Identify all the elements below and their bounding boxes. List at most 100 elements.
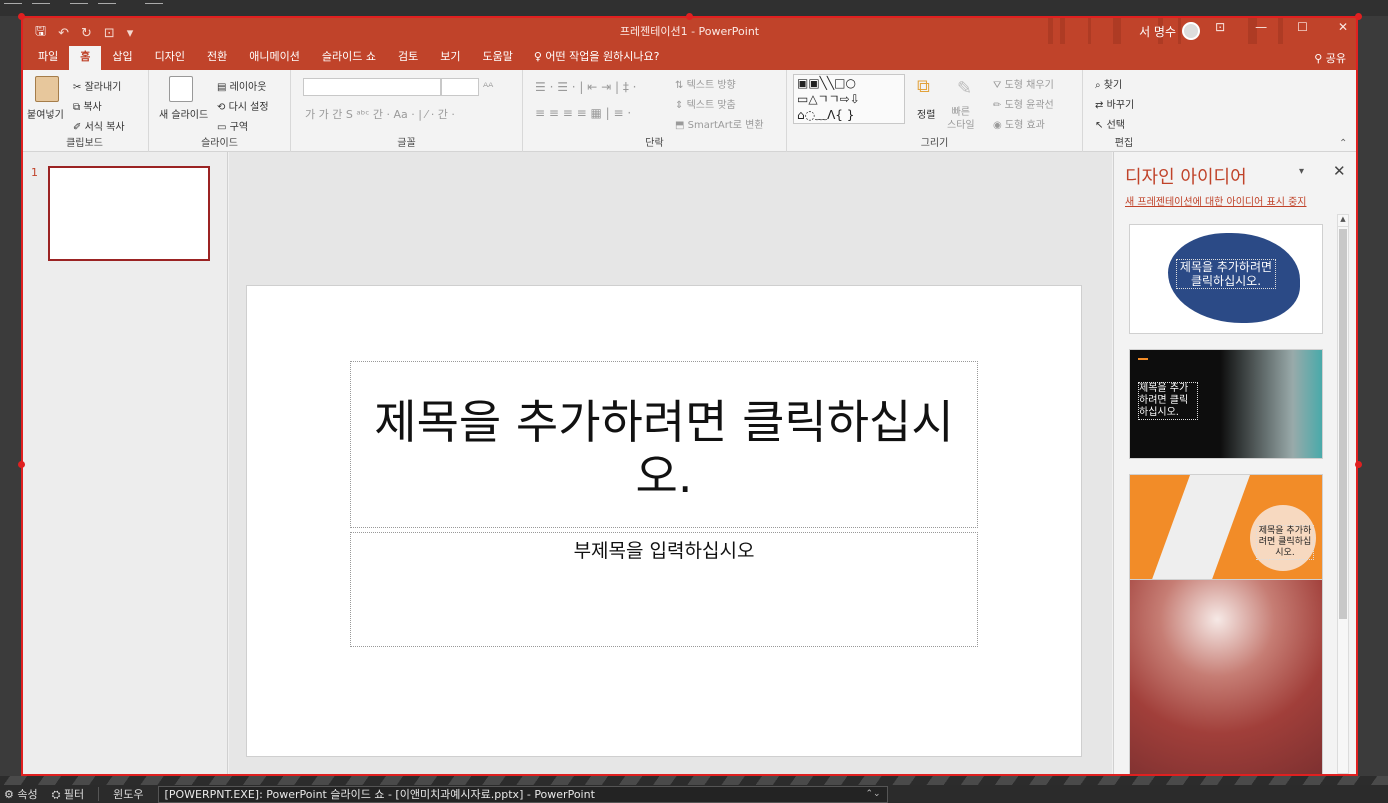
paste-icon[interactable] [35,76,59,102]
subtitle-placeholder[interactable]: 부제목을 입력하십시오 [350,532,978,647]
resize-handle[interactable] [686,13,693,20]
resize-handle[interactable] [1355,461,1362,468]
font-format-icons[interactable]: 가 가 간 S ᵃᵇᶜ 간 · Aa · | ⁄ · 간 · [305,106,455,122]
close-icon[interactable]: ✕ [1333,162,1346,180]
blurred-photo [1130,580,1322,775]
tab-animations[interactable]: 애니메이션 [238,46,311,70]
layout-button[interactable]: ▤ 레이아웃 [217,78,266,93]
scroll-thumb[interactable] [1339,229,1347,619]
top-strip-glyph [4,0,22,4]
properties-label: 속성 [17,788,38,801]
window-select-value: [POWERPNT.EXE]: PowerPoint 슬라이드 쇼 - [이앤미… [164,787,595,801]
minimize-icon[interactable]: — [1255,20,1267,34]
align-text-button[interactable]: ⇕ 텍스트 맞춤 [675,96,736,111]
window-select[interactable]: [POWERPNT.EXE]: PowerPoint 슬라이드 쇼 - [이앤미… [157,785,888,803]
fill-icon: ⛛ [993,80,1005,91]
select-button[interactable]: ↖ 선택 [1095,116,1125,131]
text-direction-button[interactable]: ⇅ 텍스트 방향 [675,76,736,91]
tab-file[interactable]: 파일 [27,46,69,70]
layout-icon: ▤ [217,82,230,93]
tab-help[interactable]: 도움말 [471,46,523,70]
design-idea-3[interactable]: 제목을 추가하려면 클릭하십시오. [1129,474,1323,584]
reset-button[interactable]: ⟲ 다시 설정 [217,98,269,113]
scroll-up-icon[interactable]: ▲ [1338,215,1348,227]
slide-edit-area: 제목을 추가하려면 클릭하십시오. 부제목을 입력하십시오 [229,152,1112,776]
smartart-icon: ⬒ [675,120,688,131]
find-button[interactable]: ⌕ 찾기 [1095,76,1122,91]
shape-outline-label: 도형 윤곽선 [1004,100,1054,111]
slide-canvas[interactable]: 제목을 추가하려면 클릭하십시오. 부제목을 입력하십시오 [246,285,1082,757]
filter-button[interactable]: ⛭ 필터 [52,786,85,802]
tab-home[interactable]: 홈 [69,46,102,70]
tab-insert[interactable]: 삽입 [101,46,143,70]
shape-fill-button[interactable]: ⛛ 도형 채우기 [993,76,1054,91]
font-name-dropdown[interactable] [303,78,441,96]
stop-showing-ideas-link[interactable]: 새 프레젠테이션에 대한 아이디어 표시 중지 [1125,193,1307,208]
text-direction-label: 텍스트 방향 [686,80,736,91]
reset-icon: ⟲ [217,102,229,113]
tab-view[interactable]: 보기 [429,46,471,70]
find-label: 찾기 [1103,80,1123,91]
quick-styles-button[interactable]: 빠른 스타일 [947,106,975,132]
select-label: 선택 [1106,120,1125,131]
collapse-ribbon-icon[interactable]: ⌃ [1339,138,1347,149]
resize-handle[interactable] [18,461,25,468]
section-button[interactable]: ▭ 구역 [217,118,248,133]
font-grow-icon[interactable]: ᴬᴬ [483,80,493,94]
arrange-button[interactable]: 정렬 [917,106,935,121]
design-idea-4[interactable] [1129,579,1323,776]
properties-button[interactable]: ⚙ 속성 [4,786,38,802]
format-painter-button[interactable]: ✐ 서식 복사 [73,118,125,133]
copy-button[interactable]: ⧉ 복사 [73,98,102,113]
slide-number: 1 [31,166,38,179]
share-label: 공유 [1325,52,1346,65]
cut-button[interactable]: ✂ 잘라내기 [73,78,121,93]
resize-handle[interactable] [1355,13,1362,20]
tell-me-search[interactable]: ♀ 어떤 작업을 원하시나요? [524,46,670,70]
design-idea-1[interactable]: 제목을 추가하려면 클릭하십시오. [1129,224,1323,334]
new-slide-button[interactable]: 새 슬라이드 [159,106,208,121]
gear-icon: ⚙ [4,788,18,801]
shape-fill-label: 도형 채우기 [1004,80,1054,91]
smartart-button[interactable]: ⬒ SmartArt로 변환 [675,116,764,131]
tab-design[interactable]: 디자인 [144,46,196,70]
shapes-gallery[interactable]: ▣▣╲╲□○ ▭△ㄱㄱ⇨⇩ ⌂◌﹏ⴷ{ } [793,74,905,124]
slide-thumbnail[interactable] [48,166,210,261]
arrange-icon[interactable]: ⧉ [917,76,930,97]
tab-slideshow[interactable]: 슬라이드 쇼 [311,46,387,70]
layout-label: 레이아웃 [229,82,267,93]
tab-review[interactable]: 검토 [387,46,429,70]
cursor-icon: ↖ [1095,120,1107,131]
ribbon-display-options-icon[interactable]: ⊡ [1215,20,1225,34]
design-ideas-title: 디자인 아이디어 [1125,167,1247,188]
user-account[interactable]: 서 명수 [1139,22,1200,40]
tab-transitions[interactable]: 전환 [196,46,238,70]
group-clipboard: 붙여넣기 ✂ 잘라내기 ⧉ 복사 ✐ 서식 복사 클립보드 [21,70,149,152]
maximize-icon[interactable]: ☐ [1297,20,1308,34]
outline-icon: ✏ [993,100,1005,111]
close-icon[interactable]: ✕ [1338,20,1348,34]
share-button[interactable]: ⚲ 공유 [1314,50,1346,66]
list-icons[interactable]: ☰ · ☰ · | ⇤ ⇥ | ‡ · [535,80,636,94]
font-size-dropdown[interactable] [441,78,479,96]
new-slide-icon[interactable] [169,76,193,102]
filter-icon: ⛭ [51,788,64,801]
quick-styles-icon[interactable]: ✎ [957,78,972,99]
pane-options-icon[interactable]: ▾ [1299,166,1304,177]
paste-button[interactable]: 붙여넣기 [27,106,64,121]
align-icons[interactable]: ≡ ≡ ≡ ≡ ▦ | ≡ · [535,106,631,120]
reset-label: 다시 설정 [228,102,269,113]
replace-button[interactable]: ⇄ 바꾸기 [1095,96,1134,111]
search-icon: ⌕ [1095,80,1104,91]
smartart-label: SmartArt로 변환 [687,120,764,131]
resize-handle[interactable] [18,13,25,20]
design-idea-2[interactable]: 제목을 추가하려면 클릭하십시오. [1129,349,1323,459]
stripe-shape [1149,475,1251,583]
shape-outline-button[interactable]: ✏ 도형 윤곽선 [993,96,1054,111]
title-placeholder[interactable]: 제목을 추가하려면 클릭하십시오. [350,361,978,528]
design-ideas-scrollbar[interactable]: ▲ [1337,214,1349,774]
ribbon-tabs: 파일 홈 삽입 디자인 전환 애니메이션 슬라이드 쇼 검토 보기 도움말 ♀ … [21,44,1358,70]
shape-effects-button[interactable]: ◉ 도형 효과 [993,116,1045,131]
replace-label: 바꾸기 [1106,100,1135,111]
group-drawing: ▣▣╲╲□○ ▭△ㄱㄱ⇨⇩ ⌂◌﹏ⴷ{ } ⧉ 정렬 ✎ 빠른 스타일 ⛛ 도형 채… [787,70,1083,152]
